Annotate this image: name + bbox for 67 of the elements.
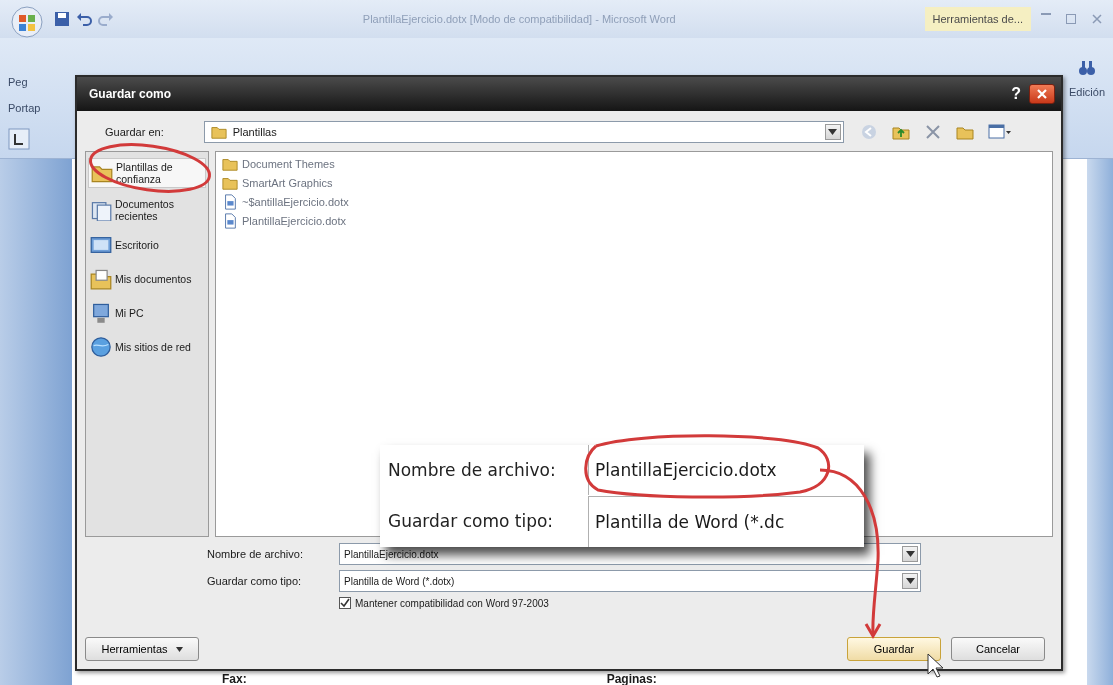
file-item[interactable]: PlantillaEjercicio.dotx — [222, 213, 346, 229]
ribbon-label[interactable]: Edición — [1068, 86, 1106, 98]
save-icon — [54, 11, 70, 27]
places-item[interactable]: Escritorio — [88, 232, 206, 258]
folder-icon — [210, 124, 227, 140]
undo-icon — [76, 11, 92, 27]
field-label: Nombre de archivo: — [207, 548, 304, 560]
cancel-button[interactable]: Cancelar — [951, 637, 1045, 661]
file-item[interactable]: SmartArt Graphics — [222, 175, 333, 191]
checkbox[interactable] — [339, 597, 351, 609]
callout-label: Nombre de archivo: — [387, 460, 557, 481]
tools-menu-button[interactable]: Herramientas — [85, 637, 199, 661]
places-item[interactable]: Mi PC — [88, 300, 206, 326]
close-icon — [1091, 13, 1103, 25]
desktop-icon — [90, 234, 112, 256]
document-text: Fax: — [222, 673, 247, 685]
dropdown-button[interactable] — [902, 573, 918, 589]
window-title: PlantillaEjercicio.dotx [Modo de compatibilidad] - Microsoft Word — [361, 13, 677, 25]
field-label: Guardar en: — [105, 126, 164, 138]
location-dropdown[interactable]: Plantillas — [203, 121, 844, 143]
close-icon — [1036, 88, 1048, 100]
places-item[interactable]: Plantillas de confianza — [88, 158, 206, 188]
delete-icon — [923, 123, 942, 141]
document-icon — [222, 213, 238, 229]
check-icon — [340, 598, 350, 608]
maximize-icon — [1065, 13, 1077, 25]
file-item[interactable]: Document Themes — [222, 156, 335, 172]
redo-icon — [98, 11, 114, 27]
back-icon — [859, 123, 878, 141]
callout-field: PlantillaEjercicio.dotx — [588, 445, 864, 496]
caret-icon — [828, 129, 838, 135]
callout-label: Guardar como tipo: — [387, 511, 555, 532]
minimize-icon — [1041, 13, 1051, 15]
ribbon-label[interactable]: Peg — [8, 76, 68, 88]
ruler-button-icon — [8, 128, 30, 150]
dropdown-button[interactable] — [824, 124, 841, 140]
callout-field: Plantilla de Word (*.dc — [588, 495, 864, 547]
documents-icon — [90, 199, 112, 221]
folder-icon — [222, 175, 238, 191]
dropdown-button[interactable] — [902, 546, 918, 562]
computer-icon — [90, 302, 112, 324]
document-text: Paginas: — [606, 673, 657, 685]
close-button[interactable] — [1029, 84, 1055, 104]
binoculars-icon — [1077, 58, 1097, 78]
help-button[interactable]: ? — [1007, 85, 1025, 103]
places-item[interactable]: Mis sitios de red — [88, 334, 206, 360]
save-button[interactable]: Guardar — [847, 637, 941, 661]
places-item[interactable]: Documentos recientes — [88, 196, 206, 224]
file-item[interactable]: ~$antillaEjercicio.dotx — [222, 194, 349, 210]
caret-icon — [905, 551, 915, 557]
views-icon — [987, 123, 1012, 141]
caret-icon — [905, 578, 915, 584]
globe-icon — [90, 336, 112, 358]
field-label: Guardar como tipo: — [207, 575, 303, 587]
folder-icon — [222, 156, 238, 172]
ribbon-label[interactable]: Portap — [8, 102, 68, 114]
folder-icon — [90, 268, 112, 290]
compatibility-checkbox[interactable]: Mantener compatibilidad con Word 97-2003 — [339, 597, 921, 609]
scroll-bar[interactable] — [1087, 159, 1113, 685]
caret-icon — [175, 646, 183, 652]
document-icon — [222, 194, 238, 210]
places-item[interactable]: Mis documentos — [88, 266, 206, 292]
contextual-tab[interactable]: Herramientas de... — [924, 7, 1031, 31]
file-type-dropdown[interactable]: Plantilla de Word (*.dotx) — [339, 570, 921, 592]
office-button-icon — [10, 5, 44, 39]
dialog-title: Guardar como — [89, 87, 172, 101]
dropdown-value: Plantillas — [232, 126, 278, 138]
